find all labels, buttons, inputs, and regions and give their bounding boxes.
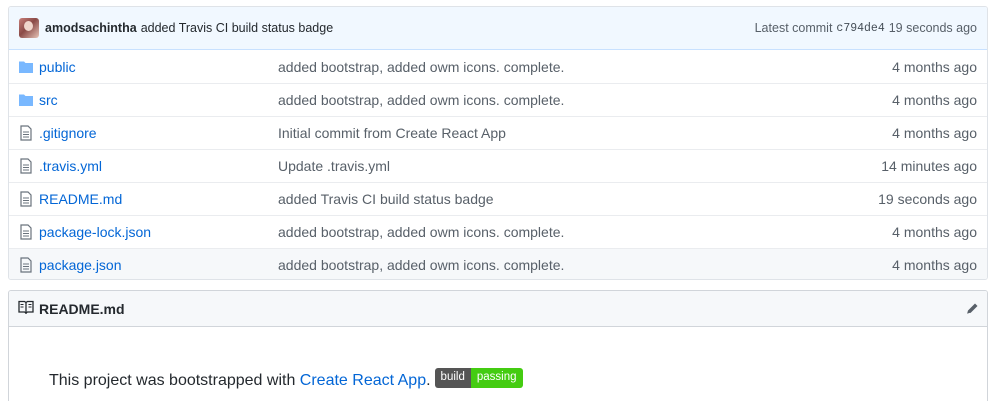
file-age: 14 minutes ago [881, 158, 977, 174]
readme-content: This project was bootstrapped with Creat… [9, 327, 987, 391]
file-listing: amodsachintha added Travis CI build stat… [8, 6, 988, 280]
file-age: 4 months ago [892, 224, 977, 240]
file-commit-message[interactable]: Initial commit from Create React App [278, 125, 892, 141]
author-avatar[interactable] [19, 18, 39, 38]
file-row[interactable]: package.json added bootstrap, added owm … [9, 248, 987, 279]
create-react-app-link[interactable]: Create React App [300, 372, 426, 390]
file-name[interactable]: README.md [39, 191, 278, 207]
file-icon [9, 257, 39, 273]
readme-title: README.md [39, 300, 125, 317]
file-age: 4 months ago [892, 92, 977, 108]
readme-text-suffix: . [426, 372, 431, 389]
file-row[interactable]: package-lock.json added bootstrap, added… [9, 215, 987, 248]
latest-commit-info: Latest commit c794de4 19 seconds ago [755, 21, 977, 35]
latest-commit-label: Latest commit [754, 21, 833, 35]
edit-readme-button[interactable] [965, 302, 979, 316]
commit-time: 19 seconds ago [888, 21, 977, 35]
file-commit-message[interactable]: added bootstrap, added owm icons. comple… [278, 92, 892, 108]
latest-commit-bar: amodsachintha added Travis CI build stat… [9, 7, 987, 50]
pencil-icon [966, 303, 978, 314]
readme-panel: README.md This project was bootstrapped … [8, 290, 988, 401]
file-rows: public added bootstrap, added owm icons.… [9, 50, 987, 279]
readme-text-prefix: This project was bootstrapped with [49, 372, 300, 389]
file-commit-message[interactable]: added bootstrap, added owm icons. comple… [278, 224, 892, 240]
file-row[interactable]: public added bootstrap, added owm icons.… [9, 50, 987, 83]
file-name[interactable]: .gitignore [39, 125, 278, 141]
commit-author[interactable]: amodsachintha [45, 21, 137, 35]
file-commit-message[interactable]: added Travis CI build status badge [278, 191, 878, 207]
file-name[interactable]: public [39, 59, 278, 75]
file-commit-message[interactable]: Update .travis.yml [278, 158, 881, 174]
file-commit-message[interactable]: added bootstrap, added owm icons. comple… [278, 257, 892, 273]
file-icon [9, 191, 39, 207]
file-row[interactable]: README.md added Travis CI build status b… [9, 182, 987, 215]
badge-status: passing [470, 368, 523, 388]
commit-sha[interactable]: c794de4 [836, 22, 884, 35]
badge-label: build [434, 368, 471, 388]
file-age: 4 months ago [892, 125, 977, 141]
folder-icon [9, 93, 39, 107]
file-name[interactable]: package-lock.json [39, 224, 278, 240]
file-age: 4 months ago [892, 58, 977, 75]
file-icon [9, 125, 39, 141]
book-icon [18, 300, 34, 317]
file-icon [9, 224, 39, 240]
file-row[interactable]: .gitignore Initial commit from Create Re… [9, 116, 987, 149]
file-age: 4 months ago [892, 257, 977, 273]
file-name[interactable]: .travis.yml [39, 158, 278, 174]
readme-header: README.md [9, 291, 987, 327]
file-commit-message[interactable]: added bootstrap, added owm icons. comple… [278, 59, 892, 75]
build-status-badge[interactable]: build passing [434, 368, 523, 388]
file-icon [9, 158, 39, 174]
file-name[interactable]: src [39, 92, 278, 108]
file-name[interactable]: package.json [39, 257, 278, 273]
file-age: 19 seconds ago [878, 191, 977, 207]
commit-message[interactable]: added Travis CI build status badge [141, 21, 333, 35]
folder-icon [9, 60, 39, 74]
file-row[interactable]: src added bootstrap, added owm icons. co… [9, 83, 987, 116]
file-row[interactable]: .travis.yml Update .travis.yml 14 minute… [9, 149, 987, 182]
